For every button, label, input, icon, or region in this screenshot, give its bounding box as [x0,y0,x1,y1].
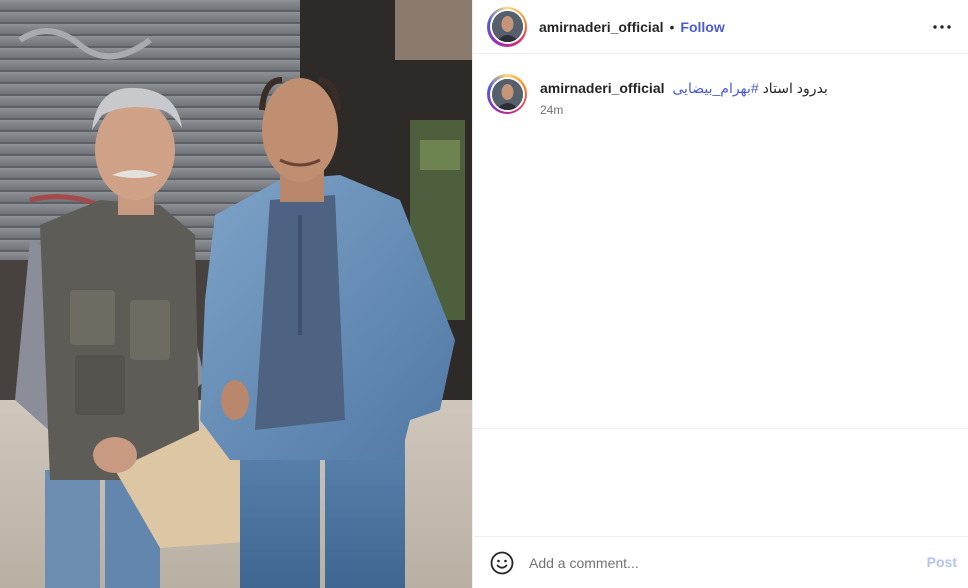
avatar[interactable] [487,6,527,47]
more-options-button[interactable] [929,14,955,40]
more-horizontal-icon [933,25,951,29]
avatar-image [491,11,523,42]
post-side-panel: amirnaderi_official • Follow amirnaderi_… [472,0,968,588]
photo-image [0,0,472,588]
comment-input[interactable] [529,554,889,571]
post-header: amirnaderi_official • Follow [473,0,968,54]
post-author-username[interactable]: amirnaderi_official [539,19,664,35]
post-comment-button[interactable]: Post [927,554,957,570]
follow-button[interactable]: Follow [680,19,724,35]
emoji-button[interactable] [489,550,515,576]
caption-hashtag[interactable]: #بهرام_بیضایی [672,80,758,96]
caption-avatar[interactable] [487,74,527,114]
smiley-icon [490,551,514,574]
actions-divider [473,428,968,429]
caption-avatar-image [491,78,523,110]
post-caption: amirnaderi_official بدرود استاد #بهرام_ب… [487,74,957,117]
post-timestamp[interactable]: 24m [540,103,828,117]
separator-dot: • [669,18,675,35]
caption-username[interactable]: amirnaderi_official [540,80,665,96]
post-photo[interactable] [0,0,472,588]
comment-bar: Post [473,536,968,588]
caption-text: بدرود استاد #بهرام_بیضایی [672,80,828,96]
